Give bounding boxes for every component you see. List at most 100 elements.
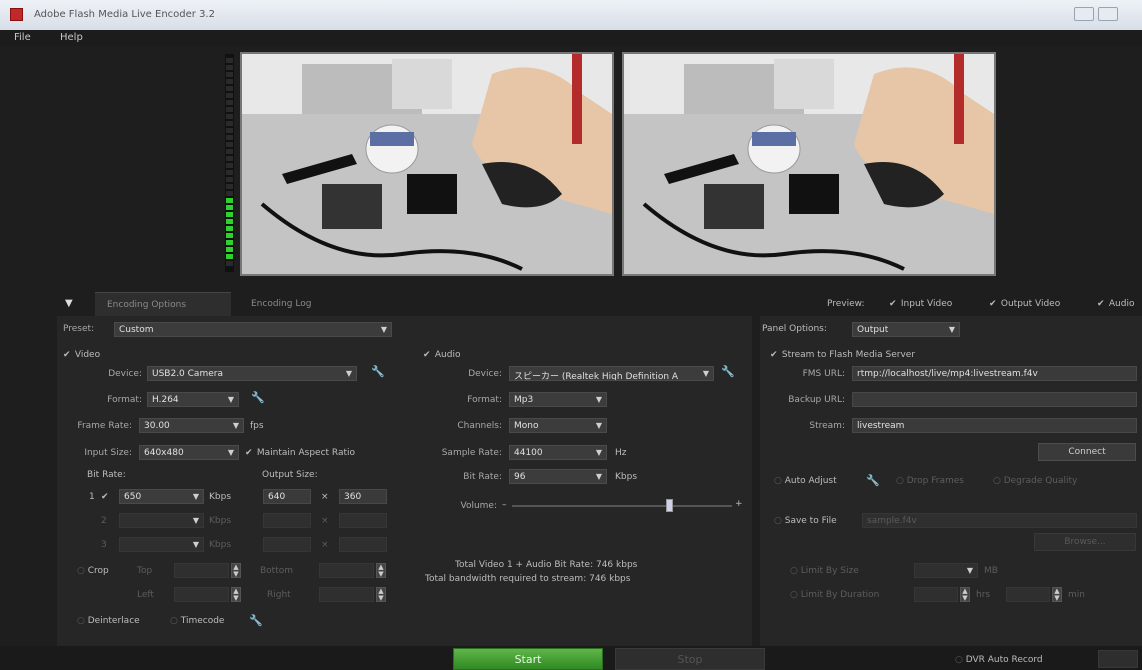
timecode-toggle[interactable]: ○ Timecode <box>170 616 224 626</box>
limit-size-select[interactable]: ▼ <box>914 563 978 578</box>
video-device-select[interactable]: USB2.0 Camera ▼ <box>147 366 357 381</box>
volume-plus-icon: + <box>735 499 743 509</box>
video-format-select[interactable]: H.264 ▼ <box>147 392 239 407</box>
vu-meter-segment <box>226 100 233 105</box>
chevron-down-icon: ▼ <box>192 492 199 501</box>
crop-top-spinner[interactable]: ▲ ▼ <box>231 563 241 578</box>
crop-left-label: Left <box>137 590 154 600</box>
vu-meter-segment <box>226 72 233 77</box>
output-height-row-2[interactable] <box>339 513 387 528</box>
limit-by-duration-toggle[interactable]: ○ Limit By Duration <box>790 590 879 600</box>
backup-url-input[interactable] <box>852 392 1137 407</box>
audio-format-select[interactable]: Mp3 ▼ <box>509 392 607 407</box>
preset-select[interactable]: Custom ▼ <box>114 322 392 337</box>
chevron-down-icon: ▼ <box>948 325 955 334</box>
vu-meter-segment <box>226 142 233 147</box>
crop-bottom-spinner[interactable]: ▲ ▼ <box>376 563 386 578</box>
maintain-aspect-toggle[interactable]: ✔ Maintain Aspect Ratio <box>245 448 355 458</box>
channels-select[interactable]: Mono ▼ <box>509 418 607 433</box>
crop-top-label: Top <box>137 566 153 576</box>
wrench-icon[interactable]: 🔧 <box>251 391 265 404</box>
output-height-row-1[interactable]: 360 <box>339 489 387 504</box>
frame-rate-select[interactable]: 30.00 ▼ <box>139 418 244 433</box>
browse-button[interactable]: Browse... <box>1034 533 1136 551</box>
start-button[interactable]: Start <box>453 648 603 670</box>
minimize-button[interactable] <box>1074 7 1094 21</box>
drop-frames-toggle[interactable]: ○ Drop Frames <box>896 476 964 486</box>
audio-bit-rate-select[interactable]: 96 ▼ <box>509 469 607 484</box>
collapse-arrow-icon[interactable]: ▼ <box>65 298 73 309</box>
backup-url-label: Backup URL: <box>788 395 845 405</box>
limit-by-size-toggle[interactable]: ○ Limit By Size <box>790 566 859 576</box>
duration-hours-spinner[interactable]: ▲ ▼ <box>960 587 970 602</box>
bitrate-row-2-select[interactable]: ▼ <box>119 513 204 528</box>
wrench-icon[interactable]: 🔧 <box>371 365 385 378</box>
tab-encoding-options[interactable]: Encoding Options <box>95 292 231 316</box>
checkmark-icon: ✔ <box>1097 299 1105 309</box>
crop-bottom-input[interactable] <box>319 563 374 578</box>
vu-meter-segment <box>226 261 233 266</box>
audio-device-select[interactable]: スピーカー (Realtek High Definition A ▼ <box>509 366 714 381</box>
crop-right-input[interactable] <box>319 587 374 602</box>
fms-url-input[interactable]: rtmp://localhost/live/mp4:livestream.f4v <box>852 366 1137 381</box>
audio-section-toggle[interactable]: ✔ Audio <box>423 350 460 360</box>
duration-minutes-input[interactable] <box>1006 587 1050 602</box>
input-video-preview <box>240 52 614 276</box>
bitrate-row-3-select[interactable]: ▼ <box>119 537 204 552</box>
vu-meter-segment <box>226 93 233 98</box>
crop-left-input[interactable] <box>174 587 229 602</box>
tab-encoding-log[interactable]: Encoding Log <box>239 292 323 316</box>
stream-to-fms-toggle[interactable]: ✔ Stream to Flash Media Server <box>770 350 915 360</box>
duration-minutes-spinner[interactable]: ▲ ▼ <box>1052 587 1062 602</box>
deinterlace-toggle[interactable]: ○ Deinterlace <box>77 616 140 626</box>
output-width-row-2[interactable] <box>263 513 311 528</box>
volume-slider[interactable] <box>512 499 732 512</box>
checkmark-icon: ✔ <box>889 299 897 309</box>
volume-slider-thumb[interactable] <box>666 499 673 512</box>
auto-adjust-toggle[interactable]: ○ Auto Adjust <box>774 476 837 486</box>
menu-file[interactable]: File <box>14 32 31 43</box>
vu-meter-segment <box>226 156 233 161</box>
chevron-down-icon: ▼ <box>192 540 199 549</box>
restore-button[interactable] <box>1098 7 1118 21</box>
vu-meter-segment <box>226 65 233 70</box>
save-file-input[interactable]: sample.f4v <box>862 513 1137 528</box>
preview-audio-toggle[interactable]: ✔ Audio <box>1097 299 1134 309</box>
panel-options-select[interactable]: Output ▼ <box>852 322 960 337</box>
input-video-frame <box>242 54 612 274</box>
chevron-down-icon: ▼ <box>380 325 387 334</box>
video-section-toggle[interactable]: ✔ Video <box>63 350 100 360</box>
degrade-quality-toggle[interactable]: ○ Degrade Quality <box>993 476 1077 486</box>
dvr-auto-record-toggle[interactable]: ○ DVR Auto Record <box>955 655 1043 665</box>
output-height-row-3[interactable] <box>339 537 387 552</box>
wrench-icon[interactable]: 🔧 <box>866 474 880 487</box>
checkmark-icon: ✔ <box>245 448 253 458</box>
vu-meter-segment <box>226 240 233 245</box>
output-width-row-3[interactable] <box>263 537 311 552</box>
vu-meter-segment <box>226 163 233 168</box>
checkmark-icon[interactable]: ✔ <box>101 492 109 502</box>
menu-help[interactable]: Help <box>60 32 83 43</box>
wrench-icon[interactable]: 🔧 <box>721 365 735 378</box>
stream-input[interactable]: livestream <box>852 418 1137 433</box>
connect-button[interactable]: Connect <box>1038 443 1136 461</box>
stop-button[interactable]: Stop <box>615 648 765 670</box>
crop-right-spinner[interactable]: ▲ ▼ <box>376 587 386 602</box>
dvr-record-button[interactable] <box>1098 650 1138 668</box>
bitrate-row-1-select[interactable]: 650 ▼ <box>119 489 204 504</box>
crop-left-spinner[interactable]: ▲ ▼ <box>231 587 241 602</box>
duration-hours-input[interactable] <box>914 587 958 602</box>
save-to-file-toggle[interactable]: ○ Save to File <box>774 516 837 526</box>
volume-minus-icon: – <box>502 500 507 510</box>
wrench-icon[interactable]: 🔧 <box>249 614 263 627</box>
times-sign: × <box>321 516 329 526</box>
crop-top-input[interactable] <box>174 563 229 578</box>
input-size-select[interactable]: 640x480 ▼ <box>139 445 239 460</box>
hz-unit: Hz <box>615 448 627 458</box>
preview-input-video-toggle[interactable]: ✔ Input Video <box>889 299 952 309</box>
output-width-row-1[interactable]: 640 <box>263 489 311 504</box>
vu-meter-segment <box>226 254 233 259</box>
sample-rate-select[interactable]: 44100 ▼ <box>509 445 607 460</box>
crop-toggle[interactable]: ○ Crop <box>77 566 109 576</box>
preview-output-video-toggle[interactable]: ✔ Output Video <box>989 299 1060 309</box>
